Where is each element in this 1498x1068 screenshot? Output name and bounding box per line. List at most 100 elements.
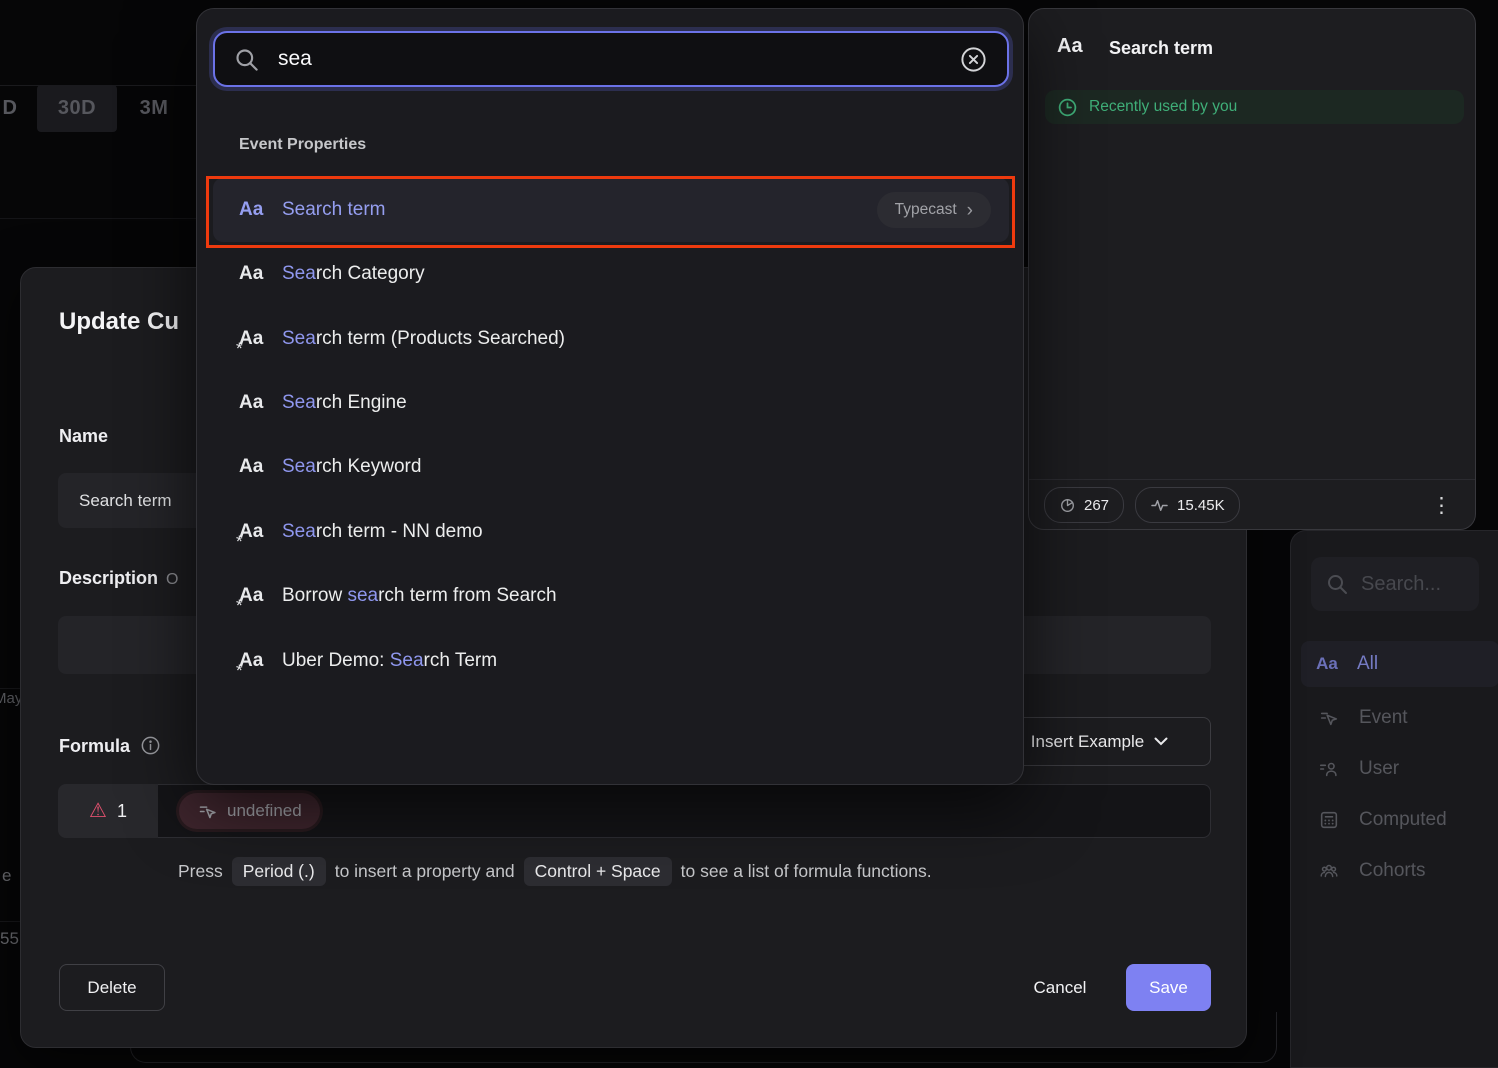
result-label: Borrow search term from Search [282, 585, 557, 607]
distinct-values-count: 267 [1084, 497, 1109, 514]
result-search-category[interactable]: Aa Search Category [213, 242, 1009, 306]
sidebar-item-event[interactable]: Event [1301, 703, 1498, 733]
chart-fragment-e: e [2, 866, 11, 886]
pie-chart-icon [1059, 497, 1076, 514]
recently-used-label: Recently used by you [1089, 98, 1237, 116]
label-prefix: Search term [282, 199, 385, 220]
cancel-button[interactable]: Cancel [1016, 964, 1104, 1011]
formula-token-label: undefined [227, 801, 302, 821]
formula-token-undefined[interactable]: undefined [179, 793, 320, 829]
sidebar-item-computed[interactable]: Computed [1301, 805, 1498, 835]
label-match: sea [347, 585, 378, 606]
insert-example-label: Insert Example [1031, 732, 1144, 752]
label-match: Sea [390, 650, 424, 671]
chevron-down-icon [1154, 737, 1168, 746]
toolbar-divider-2 [0, 218, 196, 219]
property-search-input[interactable] [276, 46, 958, 72]
label-match: Sea [282, 263, 316, 284]
typecast-label: Typecast [895, 201, 957, 219]
custom-property-star-icon: * [236, 661, 243, 681]
label-suffix: rch Category [316, 263, 425, 284]
chevron-right-icon: › [967, 201, 973, 220]
sidebar-search-field[interactable] [1311, 557, 1479, 611]
result-borrow-search-term[interactable]: Aa* Borrow search term from Search [213, 564, 1009, 628]
custom-property-star-icon: * [236, 596, 243, 616]
search-icon [233, 46, 260, 73]
total-events-chip[interactable]: 15.45K [1135, 487, 1240, 523]
label-match: Sea [282, 328, 316, 349]
result-label: Search term (Products Searched) [282, 328, 565, 350]
name-label: Name [59, 426, 108, 447]
tab-3m[interactable]: 3M [117, 85, 191, 132]
distinct-values-chip[interactable]: 267 [1044, 487, 1124, 523]
description-label: Description O [59, 568, 178, 589]
typecast-button[interactable]: Typecast › [877, 192, 991, 228]
description-label-text: Description [59, 568, 158, 588]
sidebar-item-cohorts[interactable]: Cohorts [1301, 856, 1498, 886]
result-label: Search Keyword [282, 456, 421, 478]
search-icon [1325, 572, 1349, 596]
result-search-term-products-searched[interactable]: Aa* Search term (Products Searched) [213, 307, 1009, 371]
label-prefix: Uber Demo: [282, 650, 390, 671]
clock-icon [1057, 97, 1078, 118]
kebab-menu-icon[interactable]: ⋮ [1423, 493, 1460, 518]
sidebar-item-label: Computed [1359, 809, 1447, 831]
formula-error-badge: ⚠ 1 [58, 784, 158, 838]
event-token-icon [197, 801, 218, 822]
kbd-period: Period (.) [232, 857, 326, 886]
save-button[interactable]: Save [1126, 964, 1211, 1011]
sidebar-item-label: User [1359, 758, 1399, 780]
info-icon[interactable] [140, 735, 161, 756]
custom-property-star-icon: * [236, 339, 243, 359]
tab-30d[interactable]: 30D [37, 85, 117, 132]
hint-text: to insert a property and [335, 861, 515, 882]
sidebar-item-label: Event [1359, 707, 1408, 729]
cohorts-icon [1317, 860, 1341, 882]
warning-icon: ⚠ [89, 801, 107, 821]
modal-title: Update Cu [59, 308, 179, 336]
label-match: Sea [282, 521, 316, 542]
formula-editor[interactable]: undefined [158, 784, 1211, 838]
tab-date-range-partial[interactable]: D [0, 85, 24, 132]
label-suffix: rch Keyword [316, 456, 422, 477]
result-search-term-nn-demo[interactable]: Aa* Search term - NN demo [213, 500, 1009, 564]
property-search-overlay: Event Properties Aa Search term Typecast… [196, 8, 1024, 785]
aa-icon: Aa [239, 456, 282, 478]
label-suffix: rch term from Search [378, 585, 556, 606]
aa-icon: Aa [1057, 35, 1083, 58]
sidebar-item-all[interactable]: Aa All [1301, 641, 1498, 687]
aa-custom-icon: Aa* [239, 585, 282, 607]
aa-icon: Aa [239, 263, 282, 285]
result-label: Search term - NN demo [282, 521, 483, 543]
formula-label: Formula [59, 735, 161, 757]
chart-gridline-2 [0, 921, 20, 922]
calculator-icon [1317, 809, 1341, 831]
property-title: Search term [1109, 38, 1213, 59]
custom-property-star-icon: * [236, 532, 243, 552]
property-detail-panel: Aa Search term Recently used by you 267 … [1028, 8, 1476, 530]
description-optional-hint: O [166, 571, 178, 588]
property-panel-footer: 267 15.45K ⋮ [1029, 479, 1475, 530]
result-uber-demo-search-term[interactable]: Aa* Uber Demo: Search Term [213, 629, 1009, 693]
total-events-count: 15.45K [1177, 497, 1225, 514]
label-suffix: rch Term [424, 650, 498, 671]
recently-used-badge: Recently used by you [1045, 90, 1464, 124]
result-search-term[interactable]: Aa Search term Typecast › [213, 178, 1009, 242]
clear-search-icon[interactable] [958, 44, 989, 75]
chart-gridline [0, 688, 20, 689]
aa-custom-icon: Aa* [239, 521, 282, 543]
aa-custom-icon: Aa* [239, 328, 282, 350]
sidebar-item-user[interactable]: User [1301, 754, 1498, 784]
delete-button[interactable]: Delete [59, 964, 165, 1011]
chart-axis-fragment-55: 55 [0, 929, 19, 949]
sidebar-search-input[interactable] [1359, 572, 1463, 597]
app-root: D 30D 3M May e 55 Aa All Event User [0, 0, 1498, 1068]
property-search-field[interactable] [213, 31, 1009, 87]
result-search-engine[interactable]: Aa Search Engine [213, 371, 1009, 435]
result-search-keyword[interactable]: Aa Search Keyword [213, 435, 1009, 499]
label-suffix: rch term - NN demo [316, 521, 483, 542]
aa-icon: Aa [239, 199, 282, 221]
label-match: Sea [282, 392, 316, 413]
result-label: Search term [282, 199, 385, 221]
result-label: Uber Demo: Search Term [282, 650, 497, 672]
